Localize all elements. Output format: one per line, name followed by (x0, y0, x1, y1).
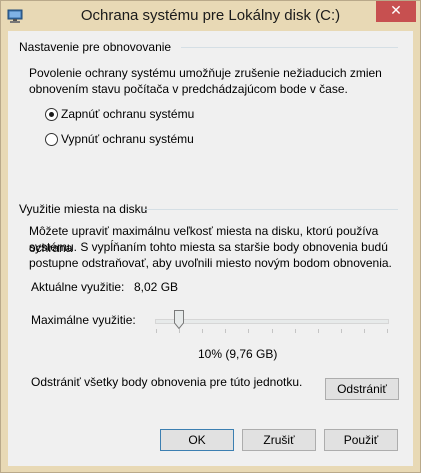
group-separator (181, 47, 398, 48)
slider-tick (295, 329, 296, 333)
radio-disable-label[interactable]: Vypnúť ochranu systému (61, 132, 194, 146)
disk-description-line2: systému. S vypĺňaním tohto miesta sa sta… (29, 240, 388, 254)
slider-tick (156, 329, 157, 333)
radio-enable-label[interactable]: Zapnúť ochranu systému (61, 107, 194, 121)
ok-button[interactable]: OK (160, 429, 234, 451)
delete-button[interactable]: Odstrániť (325, 378, 399, 400)
current-usage-value: 8,02 GB (134, 280, 179, 294)
max-usage-label: Maximálne využitie: (31, 313, 136, 327)
slider-tick (248, 329, 249, 333)
restore-settings-group-title: Nastavenie pre obnovovanie (19, 40, 172, 54)
slider-tick (225, 329, 226, 333)
delete-points-text: Odstrániť všetky body obnovenia pre túto… (31, 375, 303, 389)
radio-selected-dot (49, 112, 54, 117)
slider-tick (272, 329, 273, 333)
system-protection-dialog: Ochrana systému pre Lokálny disk (C:) ✕ … (0, 0, 421, 473)
slider-tick (318, 329, 319, 333)
slider-tick (179, 329, 180, 333)
restore-description-line2: obnovením stavu počítača v predchádzajúc… (29, 82, 348, 96)
close-icon: ✕ (390, 3, 402, 19)
slider-tick (387, 329, 388, 333)
disk-usage-group-title: Využitie miesta na disku (19, 202, 148, 216)
window-frame-bottom (1, 466, 420, 472)
slider-tick (341, 329, 342, 333)
close-button[interactable]: ✕ (376, 1, 416, 22)
cancel-button[interactable]: Zrušiť (242, 429, 316, 451)
window-title: Ochrana systému pre Lokálny disk (C:) (80, 7, 341, 24)
disk-description-line3: postupne odstraňovať, aby uvoľnili miest… (29, 256, 392, 270)
restore-description-line1: Povolenie ochrany systému umožňuje zruše… (29, 66, 382, 80)
current-usage-label: Aktuálne využitie: (31, 280, 125, 294)
title-bar[interactable]: Ochrana systému pre Lokálny disk (C:) ✕ (1, 1, 420, 31)
max-usage-slider-thumb[interactable] (174, 310, 184, 329)
apply-button[interactable]: Použiť (324, 429, 398, 451)
footer-separator (8, 416, 413, 417)
radio-enable-protection[interactable] (45, 108, 58, 121)
radio-disable-protection[interactable] (45, 133, 58, 146)
group-separator (143, 209, 398, 210)
slider-tick (202, 329, 203, 333)
max-usage-slider-track[interactable] (155, 319, 389, 324)
slider-tick (364, 329, 365, 333)
window-frame-left (1, 31, 8, 472)
max-usage-value: 10% (9,76 GB) (198, 347, 278, 361)
